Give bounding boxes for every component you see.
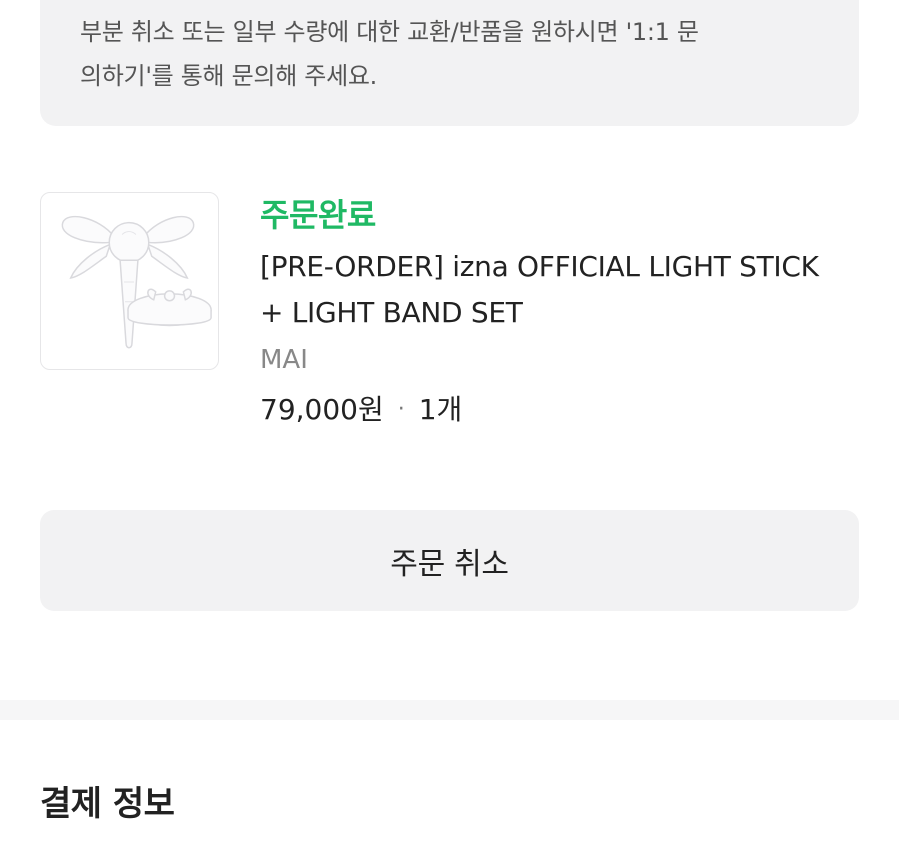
notice-box: 부분 취소 또는 일부 수량에 대한 교환/반품을 원하시면 '1:1 문 의하… [40,0,859,126]
order-item-info: 주문완료 [PRE-ORDER] izna OFFICIAL LIGHT STI… [260,190,820,430]
cancel-order-button[interactable]: 주문 취소 [40,510,859,611]
price-quantity: 79,000원 · 1개 [260,390,820,430]
order-detail-page: 부분 취소 또는 일부 수량에 대한 교환/반품을 원하시면 '1:1 문 의하… [0,0,899,866]
payment-info-title: 결제 정보 [40,784,175,824]
quantity: 1개 [418,393,463,426]
notice-text: 부분 취소 또는 일부 수량에 대한 교환/반품을 원하시면 '1:1 문 의하… [80,18,699,90]
product-name[interactable]: [PRE-ORDER] izna OFFICIAL LIGHT STICK + … [260,244,820,336]
product-thumbnail[interactable] [40,192,219,370]
price: 79,000원 [260,393,384,426]
separator-dot: · [397,397,405,422]
order-item: 주문완료 [PRE-ORDER] izna OFFICIAL LIGHT STI… [40,190,859,450]
section-divider [0,700,899,720]
seller-name[interactable]: MAI [260,338,820,382]
light-stick-product-image [61,215,212,349]
order-status: 주문완료 [260,196,376,234]
